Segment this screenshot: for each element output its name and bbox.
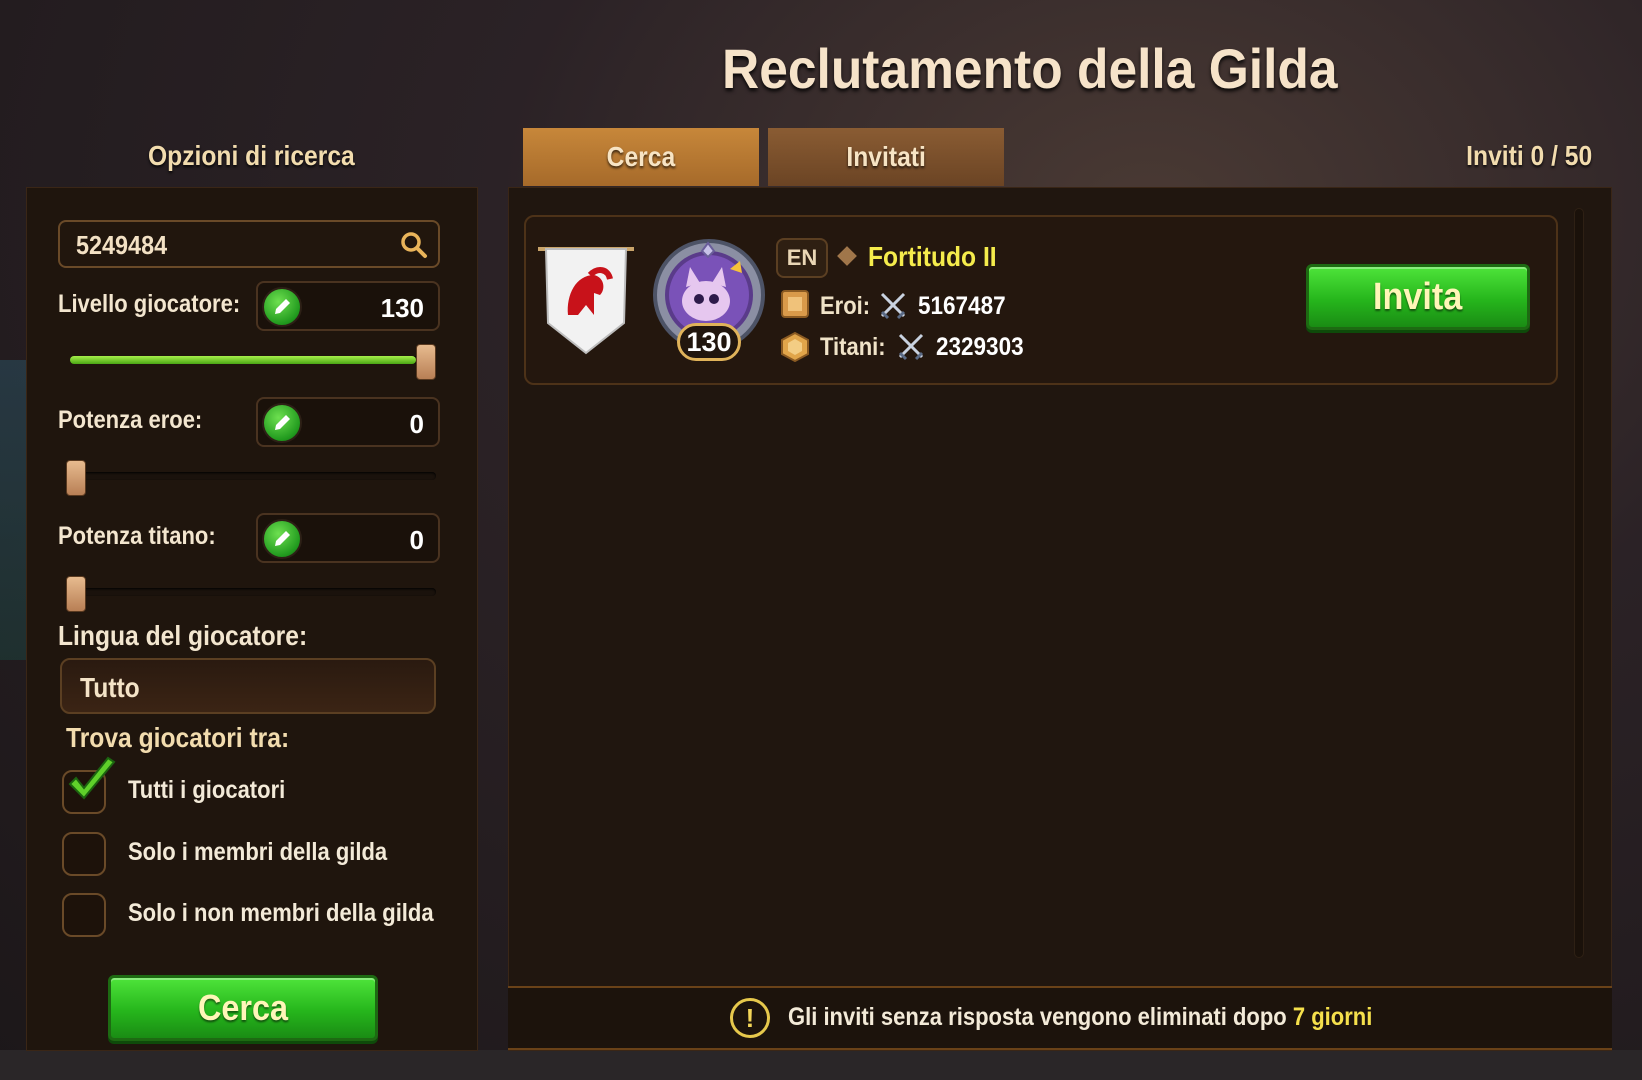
crossed-swords-icon [898, 333, 924, 361]
titan-power-slider[interactable] [66, 576, 436, 612]
hero-power-label: Potenza eroe: [58, 406, 203, 434]
player-level-field[interactable]: 130 [256, 281, 440, 331]
crossed-swords-icon [880, 292, 906, 320]
titan-power-slider-handle[interactable] [66, 576, 86, 612]
checkmark-icon [68, 756, 116, 800]
player-level-label: Livello giocatore: [58, 290, 241, 318]
edit-hero-power-button[interactable] [262, 403, 302, 443]
search-icon[interactable] [400, 231, 428, 259]
edit-player-level-button[interactable] [262, 287, 302, 327]
language-value: Tutto [80, 672, 140, 703]
pencil-icon [275, 415, 290, 430]
option-guild-members[interactable]: Solo i membri della gilda [62, 830, 462, 876]
invites-count: Inviti 0 / 50 [1466, 140, 1592, 171]
language-select[interactable]: Tutto [60, 658, 436, 714]
option-non-guild-members[interactable]: Solo i non membri della gilda [62, 891, 462, 937]
player-level-slider[interactable] [70, 344, 436, 380]
invite-button-label: Invita [1373, 275, 1463, 318]
heroes-label: Eroi: [820, 292, 871, 320]
footer-text-highlight: 7 giorni [1292, 1003, 1373, 1031]
checkbox-non-guild-members[interactable] [62, 893, 106, 937]
search-input-value: 5249484 [76, 230, 168, 260]
guild-banner-icon [538, 247, 634, 355]
titan-power-field[interactable]: 0 [256, 513, 440, 563]
option-non-guild-members-label: Solo i non membri della gilda [128, 899, 434, 927]
search-button[interactable]: Cerca [108, 975, 378, 1041]
tab-invitati[interactable]: Invitati [768, 128, 1004, 186]
titan-power-label: Potenza titano: [58, 522, 216, 550]
checkbox-guild-members[interactable] [62, 832, 106, 876]
player-level-slider-handle[interactable] [416, 344, 436, 380]
heroes-icon [781, 290, 809, 318]
pencil-icon [275, 531, 290, 546]
background-decor-bottom [0, 1050, 1642, 1080]
results-scrollbar[interactable] [1574, 208, 1584, 958]
titans-power-value: 2329303 [936, 333, 1024, 361]
player-name[interactable]: Fortitudo II [868, 241, 997, 273]
tab-invitati-label: Invitati [846, 141, 926, 172]
hero-power-slider[interactable] [66, 460, 436, 496]
player-level-slider-fill [70, 356, 416, 364]
titans-icon [781, 332, 809, 362]
player-level-value: 130 [380, 293, 424, 323]
search-input[interactable]: 5249484 [58, 220, 440, 268]
option-guild-members-label: Solo i membri della gilda [128, 838, 388, 866]
pencil-icon [275, 299, 290, 314]
heroes-power-value: 5167487 [918, 292, 1006, 320]
language-label: Lingua del giocatore: [58, 620, 308, 651]
hero-power-field[interactable]: 0 [256, 397, 440, 447]
tab-cerca-label: Cerca [606, 141, 676, 172]
find-among-label: Trova giocatori tra: [66, 722, 290, 753]
page-title: Reclutamento della Gilda [722, 37, 1338, 100]
player-level-badge: 130 [677, 323, 741, 361]
option-all-players-label: Tutti i giocatori [128, 776, 286, 804]
hero-power-value: 0 [409, 409, 424, 439]
titans-label: Titani: [820, 333, 886, 361]
option-all-players[interactable]: Tutti i giocatori [62, 756, 462, 814]
edit-titan-power-button[interactable] [262, 519, 302, 559]
search-options-label: Opzioni di ricerca [148, 140, 355, 171]
footer-notice-text: Gli inviti senza risposta vengono elimin… [788, 1003, 1372, 1032]
titan-power-value: 0 [409, 525, 424, 555]
hero-power-slider-handle[interactable] [66, 460, 86, 496]
player-language-badge: EN [776, 238, 828, 278]
search-button-label: Cerca [197, 987, 289, 1028]
tab-cerca[interactable]: Cerca [523, 128, 759, 186]
warning-icon: ! [730, 998, 770, 1038]
footer-text-prefix: Gli inviti senza risposta vengono elimin… [788, 1003, 1287, 1031]
invite-button[interactable]: Invita [1306, 264, 1530, 330]
footer-divider [508, 1048, 1612, 1050]
